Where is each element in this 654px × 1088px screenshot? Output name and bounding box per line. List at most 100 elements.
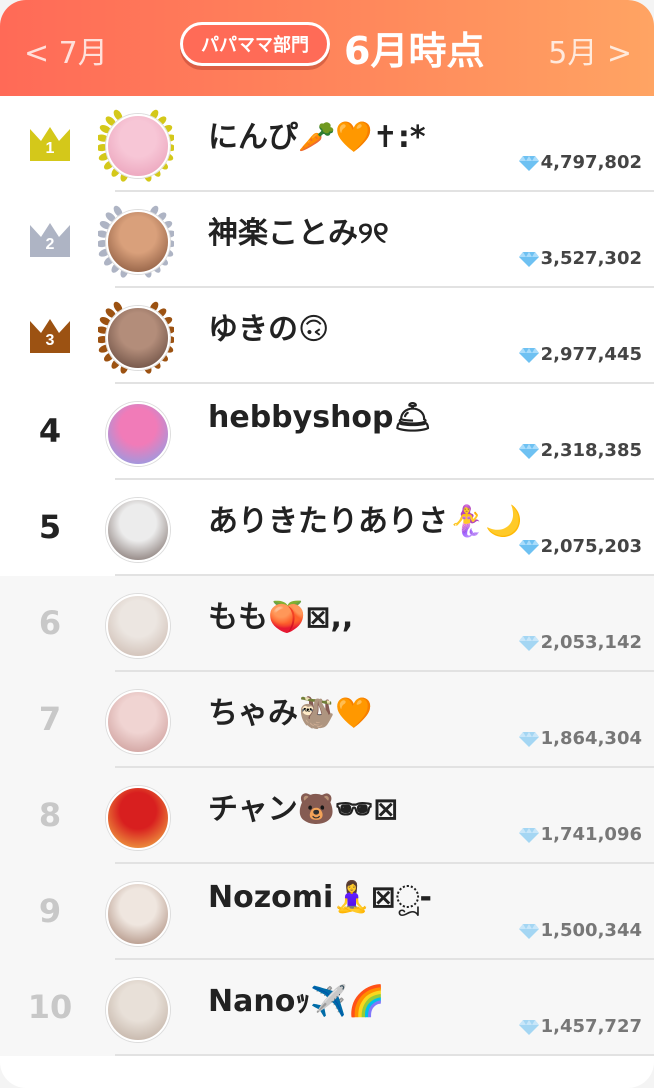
crown-icon: 3: [28, 315, 72, 355]
diamond-icon: [518, 923, 539, 939]
score-value: 2,053,142: [540, 632, 642, 653]
score: 1,500,344: [518, 920, 642, 941]
rank-number: 9: [38, 892, 62, 930]
avatar[interactable]: [98, 874, 174, 950]
ranking-row[interactable]: 1 にんぴ🥕🧡✝︎:* 4,797,802: [0, 96, 654, 192]
user-name[interactable]: Nanoｯ✈️🌈: [208, 976, 385, 1020]
avatar-image: [106, 786, 170, 850]
next-month-button[interactable]: 5月 >: [548, 28, 632, 72]
user-name[interactable]: Nozomi🧘‍♀️⊠ූ-: [208, 880, 432, 915]
rank-number: 6: [38, 604, 62, 642]
avatar-image: [106, 210, 170, 274]
diamond-icon: [518, 539, 539, 555]
rank-number: 2: [45, 236, 55, 253]
rank-number: 4: [38, 412, 62, 450]
user-name[interactable]: 神楽ことみ୨୧: [208, 208, 389, 252]
user-name[interactable]: もも🍑⊠,,: [208, 592, 353, 636]
score: 4,797,802: [518, 152, 642, 173]
rank-number: 7: [38, 700, 62, 738]
rank-indicator: 1: [22, 118, 78, 168]
score-value: 1,500,344: [540, 920, 642, 941]
user-name[interactable]: hebbyshop🛎: [208, 400, 432, 435]
avatar[interactable]: [98, 682, 174, 758]
user-name[interactable]: ゆきの🙃: [208, 304, 329, 348]
user-name[interactable]: ちゃみ🦥🧡: [208, 688, 373, 732]
category-badge: パパママ部門: [180, 22, 330, 66]
score-value: 3,527,302: [540, 248, 642, 269]
user-name[interactable]: ありきたりありさ🧜‍♀️🌙: [208, 496, 523, 540]
crown-icon: 1: [28, 123, 72, 163]
score: 1,741,096: [518, 824, 642, 845]
score-value: 1,741,096: [540, 824, 642, 845]
divider: [115, 1054, 654, 1056]
rank-number: 3: [45, 332, 55, 349]
avatar-image: [106, 498, 170, 562]
rank-indicator: 5: [22, 502, 78, 552]
rank-number: 1: [45, 140, 55, 157]
page-title: 6月時点: [344, 29, 485, 73]
diamond-icon: [518, 347, 539, 363]
score-value: 1,457,727: [540, 1016, 642, 1037]
avatar[interactable]: [98, 970, 174, 1046]
ranking-row[interactable]: 10 Nanoｯ✈️🌈 1,457,727: [0, 960, 654, 1056]
avatar[interactable]: [98, 394, 174, 470]
score: 2,977,445: [518, 344, 642, 365]
ranking-row[interactable]: 3 ゆきの🙃 2,977,445: [0, 288, 654, 384]
rank-indicator: 6: [22, 598, 78, 648]
ranking-row[interactable]: 2 神楽ことみ୨୧ 3,527,302: [0, 192, 654, 288]
score-value: 1,864,304: [540, 728, 642, 749]
rank-indicator: 4: [22, 406, 78, 456]
avatar-image: [106, 690, 170, 754]
diamond-icon: [518, 251, 539, 267]
score-value: 2,318,385: [540, 440, 642, 461]
diamond-icon: [518, 155, 539, 171]
score: 2,318,385: [518, 440, 642, 461]
ranking-header: < 7月 パパママ部門 6月時点 5月 >: [0, 0, 654, 96]
score-value: 2,977,445: [540, 344, 642, 365]
avatar[interactable]: [98, 202, 174, 278]
diamond-icon: [518, 827, 539, 843]
score-value: 4,797,802: [540, 152, 642, 173]
avatar-image: [106, 402, 170, 466]
avatar[interactable]: [98, 106, 174, 182]
avatar[interactable]: [98, 586, 174, 662]
score: 2,053,142: [518, 632, 642, 653]
avatar-image: [106, 306, 170, 370]
score: 3,527,302: [518, 248, 642, 269]
user-name[interactable]: チャン🐻🕶⊠: [208, 784, 398, 828]
avatar[interactable]: [98, 490, 174, 566]
diamond-icon: [518, 731, 539, 747]
rank-number: 5: [38, 508, 62, 546]
avatar-image: [106, 594, 170, 658]
avatar[interactable]: [98, 298, 174, 374]
rank-indicator: 8: [22, 790, 78, 840]
avatar[interactable]: [98, 778, 174, 854]
prev-month-button[interactable]: < 7月: [24, 28, 108, 72]
score: 2,075,203: [518, 536, 642, 557]
diamond-icon: [518, 1019, 539, 1035]
rank-indicator: 2: [22, 214, 78, 264]
rank-indicator: 9: [22, 886, 78, 936]
rank-indicator: 3: [22, 310, 78, 360]
ranking-row[interactable]: 7 ちゃみ🦥🧡 1,864,304: [0, 672, 654, 768]
score: 1,457,727: [518, 1016, 642, 1037]
crown-icon: 2: [28, 219, 72, 259]
rank-indicator: 7: [22, 694, 78, 744]
diamond-icon: [518, 443, 539, 459]
avatar-image: [106, 114, 170, 178]
diamond-icon: [518, 635, 539, 651]
rank-indicator: 10: [22, 982, 78, 1032]
user-name[interactable]: にんぴ🥕🧡✝︎:*: [208, 112, 426, 156]
avatar-image: [106, 978, 170, 1042]
score: 1,864,304: [518, 728, 642, 749]
rank-number: 10: [27, 988, 73, 1026]
ranking-row[interactable]: 9 Nozomi🧘‍♀️⊠ූ- 1,500,344: [0, 864, 654, 960]
ranking-row[interactable]: 4 hebbyshop🛎 2,318,385: [0, 384, 654, 480]
ranking-row[interactable]: 5 ありきたりありさ🧜‍♀️🌙 2,075,203: [0, 480, 654, 576]
avatar-image: [106, 882, 170, 946]
ranking-row[interactable]: 8 チャン🐻🕶⊠ 1,741,096: [0, 768, 654, 864]
ranking-row[interactable]: 6 もも🍑⊠,, 2,053,142: [0, 576, 654, 672]
score-value: 2,075,203: [540, 536, 642, 557]
ranking-card: < 7月 パパママ部門 6月時点 5月 > 1 にんぴ🥕🧡✝︎:* 4,797,80…: [0, 0, 654, 1088]
rank-number: 8: [38, 796, 62, 834]
